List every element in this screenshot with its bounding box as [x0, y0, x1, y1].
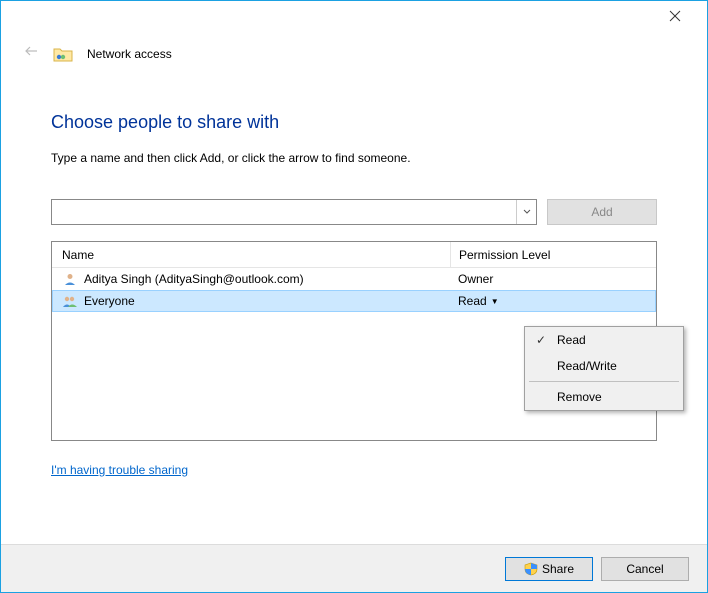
group-icon — [62, 293, 78, 309]
close-button[interactable] — [655, 2, 695, 30]
back-arrow-icon — [23, 43, 39, 59]
row-name: Aditya Singh (AdityaSingh@outlook.com) — [84, 272, 304, 286]
menu-separator — [529, 381, 679, 382]
menu-item-remove[interactable]: Remove — [525, 384, 683, 410]
network-folder-icon — [53, 45, 73, 63]
permission-context-menu: ✓ Read Read/Write Remove — [524, 326, 684, 411]
list-header: Name Permission Level — [52, 242, 656, 268]
list-row[interactable]: Aditya Singh (AdityaSingh@outlook.com) O… — [52, 268, 656, 290]
dialog-title: Network access — [87, 47, 172, 61]
column-header-name[interactable]: Name — [52, 248, 450, 262]
column-header-permission[interactable]: Permission Level — [450, 242, 656, 267]
menu-item-readwrite[interactable]: Read/Write — [525, 353, 683, 379]
menu-item-label: Read — [557, 333, 586, 347]
dialog-footer: Share Cancel — [1, 544, 707, 592]
name-input[interactable] — [52, 200, 516, 224]
dialog-header: Network access — [1, 31, 707, 64]
share-button[interactable]: Share — [505, 557, 593, 581]
cancel-button-label: Cancel — [626, 562, 663, 576]
name-combobox[interactable] — [51, 199, 537, 225]
user-icon — [62, 271, 78, 287]
close-icon — [669, 10, 681, 22]
chevron-down-icon — [523, 209, 531, 215]
trouble-sharing-link[interactable]: I'm having trouble sharing — [51, 463, 188, 477]
check-icon: ✓ — [533, 333, 549, 347]
menu-item-label: Remove — [557, 390, 602, 404]
row-permission: Owner — [450, 272, 656, 286]
page-heading: Choose people to share with — [51, 112, 657, 133]
combobox-dropdown-button[interactable] — [516, 200, 536, 224]
add-button[interactable]: Add — [547, 199, 657, 225]
menu-item-label: Read/Write — [557, 359, 617, 373]
content-area: Choose people to share with Type a name … — [1, 64, 707, 477]
dropdown-arrow-icon: ▼ — [491, 297, 499, 306]
add-user-row: Add — [51, 199, 657, 225]
back-button[interactable] — [23, 43, 39, 64]
list-row[interactable]: Everyone Read ▼ — [52, 290, 656, 312]
menu-item-read[interactable]: ✓ Read — [525, 327, 683, 353]
share-button-label: Share — [542, 562, 574, 576]
row-permission-dropdown[interactable]: Read ▼ — [450, 294, 656, 308]
trouble-link-row: I'm having trouble sharing — [51, 463, 657, 477]
cancel-button[interactable]: Cancel — [601, 557, 689, 581]
row-name: Everyone — [84, 294, 135, 308]
title-bar — [1, 1, 707, 31]
shield-icon — [524, 562, 538, 576]
instruction-text: Type a name and then click Add, or click… — [51, 151, 657, 165]
